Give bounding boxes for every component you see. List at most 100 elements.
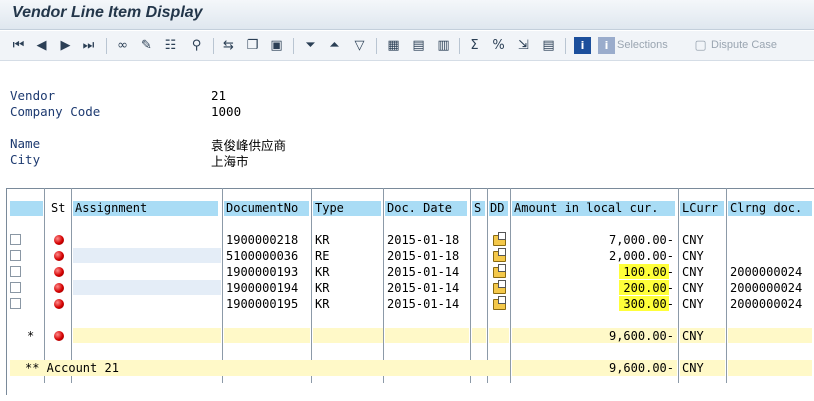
local-currency: CNY xyxy=(682,233,704,247)
column-header-type[interactable]: Type xyxy=(315,201,344,215)
application-toolbar: ⏮ ◀ ▶ ⏭ ∞ ✎ ☷ ⚲ ⇆ ❐ ▣ ⏷ ⏶ ▽ ▦ ▤ ▥ Σ % ⇲ … xyxy=(0,31,814,61)
local-currency: CNY xyxy=(682,265,704,279)
row-select-checkbox[interactable] xyxy=(10,282,21,293)
amount-local-currency: 7,000.00- xyxy=(608,233,674,247)
vendor-label: Vendor xyxy=(10,88,56,103)
document-no[interactable]: 1900000195 xyxy=(226,296,298,312)
next-page-icon[interactable]: ▶ xyxy=(57,37,74,54)
local-currency: CNY xyxy=(682,281,704,295)
column-header-s[interactable]: S xyxy=(474,201,481,215)
amount-local-currency: 100.00- xyxy=(623,265,674,279)
row-select-checkbox[interactable] xyxy=(10,234,21,245)
column-header-lcurr[interactable]: LCurr xyxy=(682,201,718,215)
column-header-status[interactable]: St xyxy=(51,201,65,215)
toolbar-separator xyxy=(376,38,377,54)
total-currency: CNY xyxy=(682,329,704,343)
selections-info-icon[interactable]: i xyxy=(598,37,615,54)
export-icon[interactable]: ⇲ xyxy=(515,37,532,54)
selections-button[interactable]: Selections xyxy=(617,39,668,51)
status-red-icon xyxy=(54,331,64,341)
company-code-value: 1000 xyxy=(211,104,242,119)
document-date: 2015-01-14 xyxy=(387,297,460,311)
status-red-icon xyxy=(54,299,64,309)
document-no[interactable]: 1900000193 xyxy=(226,264,298,280)
row-select-checkbox[interactable] xyxy=(10,250,21,261)
change-layout-icon[interactable]: ▤ xyxy=(410,37,427,54)
column-header-amount[interactable]: Amount in local cur. xyxy=(514,201,659,215)
table-grid-icon[interactable]: ▦ xyxy=(385,37,402,54)
company-code-label: Company Code xyxy=(10,104,101,119)
row-select-checkbox[interactable] xyxy=(10,298,21,309)
table-row[interactable]: 5100000036 RE 2015-01-18 2,000.00- CNY xyxy=(7,248,813,264)
page-title: Vendor Line Item Display xyxy=(12,4,203,21)
document-date: 2015-01-18 xyxy=(387,233,460,247)
information-icon[interactable]: i xyxy=(574,37,591,54)
filter-icon[interactable]: ⏷ xyxy=(302,37,319,54)
local-currency: CNY xyxy=(682,297,704,311)
table-row[interactable]: 1900000218 KR 2015-01-18 7,000.00- CNY xyxy=(7,232,813,248)
previous-page-icon[interactable]: ◀ xyxy=(33,37,50,54)
total-marker: * xyxy=(27,329,35,343)
status-red-icon xyxy=(54,283,64,293)
first-page-icon[interactable]: ⏮ xyxy=(10,37,27,54)
column-header-doc-date[interactable]: Doc. Date xyxy=(387,201,452,215)
document-display-icon[interactable] xyxy=(493,248,506,262)
transfer-icon[interactable]: ⇆ xyxy=(220,37,237,54)
document-no[interactable]: 5100000036 xyxy=(226,248,298,264)
clearing-document: 2000000024 xyxy=(730,265,803,279)
toolbar-separator xyxy=(565,38,566,54)
toolbar-separator xyxy=(213,38,214,54)
select-layout-icon[interactable]: ▥ xyxy=(435,37,452,54)
document-date: 2015-01-14 xyxy=(387,281,460,295)
display-document-icon[interactable]: ⚲ xyxy=(188,37,205,54)
column-header-assignment[interactable]: Assignment xyxy=(75,201,147,215)
table-row[interactable]: 1900000195 KR 2015-01-14 300.00- CNY 20000000… xyxy=(7,296,813,312)
document-display-icon[interactable] xyxy=(493,296,506,310)
clearing-document: 2000000024 xyxy=(730,297,803,311)
status-red-icon xyxy=(54,235,64,245)
amount-local-currency: 2,000.00- xyxy=(608,249,674,263)
total-amount: 9,600.00- xyxy=(608,329,674,343)
document-display-icon[interactable] xyxy=(493,280,506,294)
sort-ascending-icon[interactable]: ⏶ xyxy=(326,37,343,54)
account-label: ** Account 21 xyxy=(25,361,119,375)
status-red-icon xyxy=(54,251,64,261)
vendor-value: 21 xyxy=(211,88,227,103)
last-page-icon[interactable]: ⏭ xyxy=(80,37,97,54)
account-amount: 9,600.00- xyxy=(608,361,674,375)
column-header-dd[interactable]: DD xyxy=(490,201,504,215)
document-display-icon[interactable] xyxy=(493,264,506,278)
table-row[interactable]: 1900000194 KR 2015-01-14 200.00- CNY 20000000… xyxy=(7,280,813,296)
print-icon[interactable]: ▤ xyxy=(540,37,557,54)
document-no[interactable]: 1900000194 xyxy=(226,280,298,296)
total-row: * 9,600.00- CNY xyxy=(7,328,813,344)
title-bar: Vendor Line Item Display xyxy=(0,0,814,30)
dispute-case-icon[interactable]: ▢ xyxy=(692,37,709,54)
row-select-checkbox[interactable] xyxy=(10,266,21,277)
column-header-clrng-doc[interactable]: Clrng doc. xyxy=(730,201,802,215)
glasses-icon[interactable]: ∞ xyxy=(114,37,131,54)
document-type: KR xyxy=(315,281,330,295)
document-icon[interactable]: ▣ xyxy=(268,37,285,54)
sum-icon[interactable]: Σ xyxy=(466,37,483,54)
city-value: 上海市 xyxy=(211,154,249,169)
column-header-document-no[interactable]: DocumentNo xyxy=(226,201,298,215)
document-date: 2015-01-14 xyxy=(387,265,460,279)
document-display-icon[interactable] xyxy=(493,232,506,246)
set-filter-icon[interactable]: ▽ xyxy=(351,37,368,54)
toolbar-separator xyxy=(106,38,107,54)
document-type: RE xyxy=(315,249,330,263)
account-currency: CNY xyxy=(682,361,704,375)
document-date: 2015-01-18 xyxy=(387,249,460,263)
clearing-document: 2000000024 xyxy=(730,281,803,295)
dispute-case-button[interactable]: Dispute Case xyxy=(711,39,777,51)
document-no[interactable]: 1900000218 xyxy=(226,232,298,248)
toolbar-separator xyxy=(293,38,294,54)
table-row[interactable]: 1900000193 KR 2015-01-14 100.00- CNY 20000000… xyxy=(7,264,813,280)
copy-icon[interactable]: ❐ xyxy=(244,37,261,54)
subtotal-icon[interactable]: % xyxy=(490,37,507,54)
layout-icon[interactable]: ☷ xyxy=(162,37,179,54)
amount-local-currency: 300.00- xyxy=(623,297,674,311)
local-currency: CNY xyxy=(682,249,704,263)
pencil-icon[interactable]: ✎ xyxy=(138,37,155,54)
